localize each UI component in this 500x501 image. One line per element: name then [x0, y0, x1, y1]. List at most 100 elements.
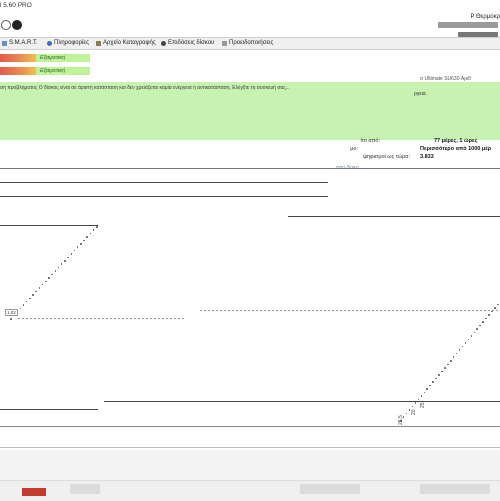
window-title: l 5.60 PRO: [0, 2, 32, 9]
trend-dot: [83, 239, 85, 242]
trend-dot: [60, 263, 63, 265]
tab-label: S.M.A.R.T.: [9, 40, 38, 46]
status-area: [0, 450, 500, 480]
trend-dot: [22, 304, 25, 306]
chart-baseline: [0, 447, 500, 448]
trend-dot: [450, 360, 452, 362]
description-text: ση προβλήματος Ο δίσκος είναι σε άριστη …: [0, 85, 290, 91]
trend-dot: [57, 266, 60, 269]
chart-gridline: [0, 225, 98, 226]
trend-dot: [80, 243, 82, 245]
trend-dot: [467, 338, 470, 341]
trend-dot: [488, 314, 490, 316]
performance-bar: [0, 67, 36, 75]
trend-dot: [470, 335, 473, 337]
tab-label: Προειδοποιήσεις: [229, 40, 274, 46]
trend-dot: [67, 256, 69, 259]
trend-dot: [417, 398, 420, 401]
trend-dot: [447, 363, 449, 366]
health-bar: [0, 54, 36, 62]
trend-dot: [420, 395, 423, 397]
trend-dot: [429, 384, 431, 387]
chart-gridline: [288, 216, 500, 217]
trend-dot: [86, 236, 88, 238]
trend-dot: [45, 280, 47, 283]
refresh-icon[interactable]: [1, 20, 11, 30]
description-panel: ση προβλήματος Ο δίσκος είναι σε άριστη …: [0, 82, 500, 140]
trend-dot: [432, 381, 434, 383]
trend-dot: [32, 294, 34, 296]
trend-dot: [458, 349, 461, 351]
log-icon: [96, 41, 101, 46]
health-row: Εξαιρετική: [0, 54, 90, 62]
trend-dot: [435, 377, 437, 380]
trend-dot: [73, 249, 76, 252]
trend-dot: [479, 324, 481, 327]
description-more: ργεια.: [414, 91, 427, 97]
trend-dot: [70, 253, 73, 255]
chart-value-tag: 1,02: [5, 309, 18, 316]
trend-dot: [25, 300, 28, 303]
trend-dot: [485, 317, 487, 320]
trend-dot: [10, 318, 12, 320]
trend-dot: [491, 310, 493, 313]
trend-dot: [89, 232, 92, 235]
drive-selector-1[interactable]: [438, 22, 498, 28]
chart-gridline: [104, 401, 500, 402]
x-tick-label: 25: [420, 402, 426, 408]
trend-dot: [48, 277, 50, 279]
trend-dot: [411, 405, 414, 408]
trend-dot: [464, 342, 467, 344]
tab-strip: S.M.A.R.T. Πληροφορίες Αρχείο Καταγραφής…: [0, 37, 500, 50]
trend-dot: [64, 260, 66, 262]
trend-dot: [414, 402, 417, 404]
disk-performance-icon: [161, 41, 166, 46]
trend-dot: [444, 367, 446, 369]
info-icon: [47, 41, 52, 46]
tab-smart[interactable]: S.M.A.R.T.: [2, 39, 38, 48]
chart-gridline: [0, 409, 98, 410]
trend-dot: [76, 246, 79, 248]
chart-gridline: [0, 182, 328, 183]
trend-dot: [455, 352, 458, 355]
tab-warnings[interactable]: Προειδοποιήσεις: [222, 39, 273, 48]
trend-dot: [438, 374, 440, 376]
trend-dot: [482, 321, 484, 323]
taskbar-item[interactable]: [70, 484, 100, 494]
trend-dot: [41, 283, 44, 286]
chart-top-line: [0, 168, 500, 169]
chart-dashed-line: [200, 310, 500, 311]
tab-log[interactable]: Αρχείο Καταγραφής: [96, 39, 156, 48]
trend-dot: [473, 331, 476, 334]
trend-dot: [38, 287, 41, 289]
taskbar-item[interactable]: [420, 484, 490, 494]
taskbar-item[interactable]: [300, 484, 360, 494]
trend-dot: [51, 273, 53, 276]
tab-info[interactable]: Πληροφορίες: [47, 39, 89, 48]
x-tick-label: 25,5: [398, 415, 404, 425]
power-on-label: ίτο από:: [360, 138, 380, 144]
taskbar-app-icon[interactable]: [22, 488, 46, 496]
total-writes-value: 3.833: [420, 154, 434, 160]
tab-disk-performance[interactable]: Επιδόσεις δίσκου: [161, 39, 214, 48]
toolbar: [0, 12, 500, 34]
title-bar: l 5.60 PRO: [0, 0, 500, 12]
trend-dot: [29, 297, 31, 300]
trend-dot: [54, 270, 57, 272]
trend-dot: [19, 307, 22, 310]
trend-dot: [35, 290, 37, 293]
trend-dot: [92, 229, 95, 231]
trend-dot: [96, 226, 98, 228]
help-icon[interactable]: [12, 20, 22, 30]
tab-label: Πληροφορίες: [54, 40, 89, 46]
trend-dot: [476, 328, 478, 330]
trend-dot: [452, 356, 455, 358]
trend-dot: [497, 303, 499, 306]
chart-gridline: [0, 196, 328, 197]
tab-label: Αρχείο Καταγραφής: [103, 40, 156, 46]
estimated-life-label: μο:: [350, 146, 358, 152]
warning-icon: [222, 41, 227, 46]
health-label: Εξαιρετική: [40, 55, 66, 61]
trend-dot: [423, 391, 426, 394]
chart-bottom-line: [0, 426, 500, 427]
